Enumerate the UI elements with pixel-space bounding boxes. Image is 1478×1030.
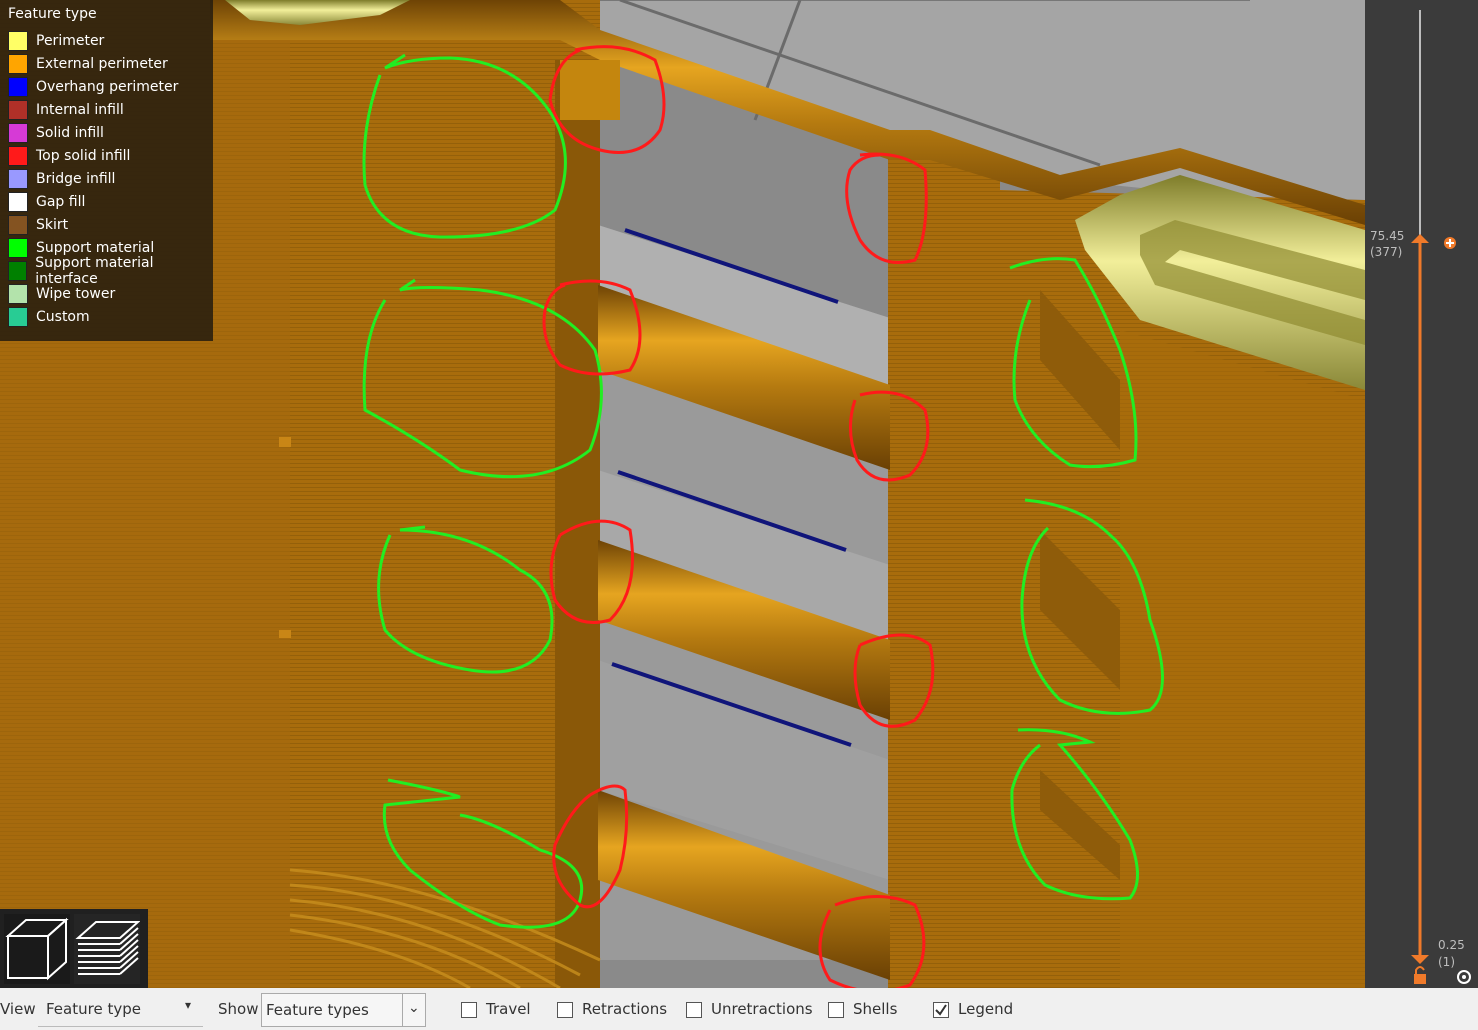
legend-swatch xyxy=(8,237,28,258)
view-type-combo[interactable]: Feature type ▾ xyxy=(38,993,203,1027)
lower-thumb[interactable] xyxy=(1411,955,1429,964)
view-toggle-buttons xyxy=(0,909,148,988)
legend-label: Overhang perimeter xyxy=(36,78,179,95)
legend-swatch xyxy=(8,76,28,97)
layers-view-button[interactable] xyxy=(74,914,141,984)
legend-item: Custom xyxy=(8,305,90,328)
legend-label: Perimeter xyxy=(36,32,105,49)
legend-item: Internal infill xyxy=(8,98,124,121)
show-value: Feature types xyxy=(266,1001,369,1019)
checkbox-label: Retractions xyxy=(582,1000,668,1018)
legend-label: Support material xyxy=(36,239,155,256)
legend-item: Skirt xyxy=(8,213,68,236)
legend-swatch xyxy=(8,306,28,327)
legend-item: Solid infill xyxy=(8,121,104,144)
legend-item: Perimeter xyxy=(8,29,104,52)
checkbox-label: Shells xyxy=(853,1000,898,1018)
checkbox-label: Travel xyxy=(486,1000,531,1018)
feature-type-legend: Feature type Perimeter External perimeter… xyxy=(0,0,213,341)
checkbox-unretractions[interactable] xyxy=(686,1002,702,1018)
legend-swatch xyxy=(8,283,28,304)
legend-swatch xyxy=(8,99,28,120)
legend-swatch xyxy=(8,214,28,235)
legend-label: Gap fill xyxy=(36,193,86,210)
lock-open-icon[interactable] xyxy=(1414,966,1426,984)
legend-title: Feature type xyxy=(8,6,97,22)
checkbox-label: Unretractions xyxy=(711,1000,813,1018)
legend-item: Gap fill xyxy=(8,190,85,213)
legend-swatch xyxy=(8,191,28,212)
legend-label: Custom xyxy=(36,308,90,325)
legend-item: Top solid infill xyxy=(8,144,130,167)
chevron-down-icon: ▾ xyxy=(184,998,191,1012)
legend-swatch xyxy=(8,168,28,189)
upper-thumb[interactable] xyxy=(1411,234,1429,243)
checkbox-retractions[interactable] xyxy=(557,1002,573,1018)
legend-swatch xyxy=(8,145,28,166)
lower-value: 0.25 xyxy=(1438,938,1465,952)
legend-swatch xyxy=(8,30,28,51)
legend-item: Overhang perimeter xyxy=(8,75,178,98)
lower-layer: (1) xyxy=(1438,955,1455,969)
preview-bottom-toolbar: View Feature type ▾ Show Feature types ⌄… xyxy=(0,988,1478,1030)
checkbox-label: Legend xyxy=(958,1000,1014,1018)
legend-label: Bridge infill xyxy=(36,170,116,187)
checkmark-icon xyxy=(935,1004,947,1016)
legend-label: Skirt xyxy=(36,216,69,233)
checkbox-legend[interactable] xyxy=(933,1002,949,1018)
3d-preview-viewport[interactable]: Feature type Perimeter External perimeter… xyxy=(0,0,1365,988)
legend-swatch xyxy=(8,122,28,143)
legend-label: Wipe tower xyxy=(36,285,116,302)
cog-icon[interactable] xyxy=(1457,970,1471,984)
view-label: View xyxy=(0,1000,36,1018)
legend-item: Bridge infill xyxy=(8,167,115,190)
legend-item: Wipe tower xyxy=(8,282,115,305)
legend-item: External perimeter xyxy=(8,52,168,75)
plus-circle-icon[interactable] xyxy=(1444,237,1456,249)
legend-swatch xyxy=(8,53,28,74)
layers-stack-icon xyxy=(75,921,141,975)
cube-iso-icon xyxy=(5,917,69,981)
legend-label: Top solid infill xyxy=(36,147,131,164)
layer-slider-panel: 75.45 (377) 0.25 (1) xyxy=(1365,0,1478,988)
checkbox-shells[interactable] xyxy=(828,1002,844,1018)
iso-view-button[interactable] xyxy=(4,914,70,984)
legend-label: Internal infill xyxy=(36,101,124,118)
show-label: Show xyxy=(218,1000,259,1018)
legend-swatch xyxy=(8,260,28,281)
view-type-value: Feature type xyxy=(46,1000,141,1018)
legend-label: External perimeter xyxy=(36,55,168,72)
checkbox-travel[interactable] xyxy=(461,1002,477,1018)
legend-label: Solid infill xyxy=(36,124,104,141)
show-combo[interactable]: Feature types ⌄ xyxy=(261,993,426,1027)
legend-item: Support material interface xyxy=(8,255,213,287)
chevron-down-icon: ⌄ xyxy=(408,1000,420,1016)
upper-value: 75.45 xyxy=(1370,229,1405,243)
upper-layer: (377) xyxy=(1370,245,1403,259)
